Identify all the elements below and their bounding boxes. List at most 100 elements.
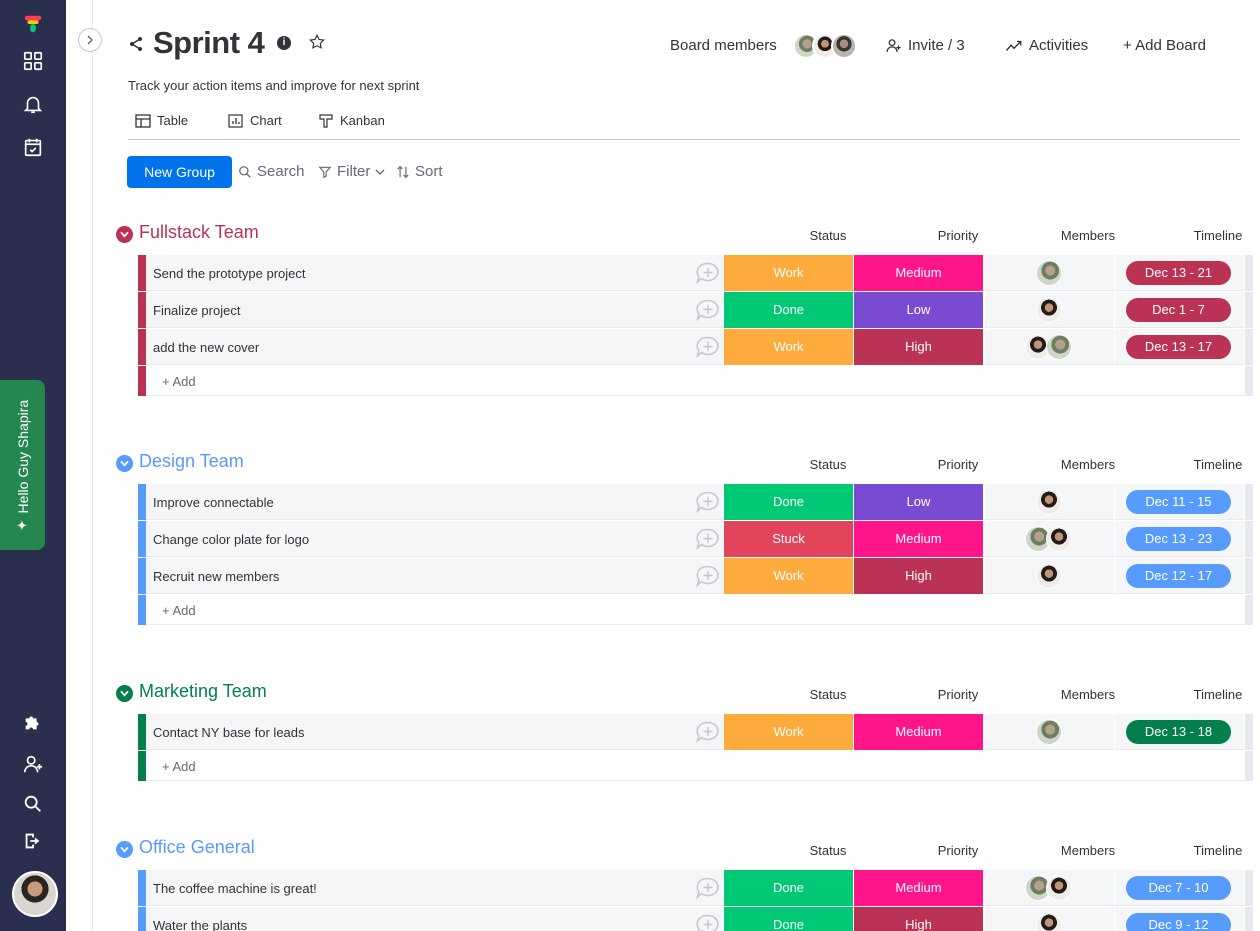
priority-cell[interactable]: Medium (854, 870, 983, 906)
invite-user-icon[interactable] (19, 750, 47, 778)
item-name[interactable]: The coffee machine is great! (153, 881, 317, 896)
timeline-cell[interactable]: Dec 13 - 18 (1115, 714, 1244, 750)
column-header-priority[interactable]: Priority (893, 687, 1023, 702)
timeline-pill[interactable]: Dec 13 - 23 (1126, 527, 1231, 551)
table-row[interactable]: Water the plants Done High Dec 9 - 12 (138, 907, 1253, 931)
collapse-group-chevron-icon[interactable] (116, 841, 133, 858)
sort-button[interactable]: Sort (396, 163, 443, 180)
workspaces-grid-icon[interactable] (19, 47, 47, 75)
members-cell[interactable] (985, 907, 1114, 931)
item-name-cell[interactable]: Water the plants (146, 907, 723, 931)
item-name-cell[interactable]: Contact NY base for leads (146, 714, 723, 750)
group-title[interactable]: Fullstack Team (139, 222, 259, 243)
column-header-priority[interactable]: Priority (893, 457, 1023, 472)
timeline-cell[interactable]: Dec 13 - 21 (1115, 255, 1244, 291)
collapse-group-chevron-icon[interactable] (116, 455, 133, 472)
timeline-pill[interactable]: Dec 13 - 21 (1126, 261, 1231, 285)
add-update-comment-icon[interactable] (695, 914, 719, 931)
item-name-cell[interactable]: The coffee machine is great! (146, 870, 723, 906)
priority-cell[interactable]: High (854, 907, 983, 931)
collapse-group-chevron-icon[interactable] (116, 685, 133, 702)
add-item-button[interactable]: + Add (162, 374, 196, 389)
apps-puzzle-icon[interactable] (19, 708, 47, 736)
board-title[interactable]: Sprint 4 (153, 25, 265, 61)
group-title[interactable]: Marketing Team (139, 681, 267, 702)
column-header-timeline[interactable]: Timeline (1153, 687, 1260, 702)
board-description[interactable]: Track your action items and improve for … (128, 78, 419, 93)
timeline-cell[interactable]: Dec 7 - 10 (1115, 870, 1244, 906)
invite-button[interactable]: Invite / 3 (885, 37, 965, 54)
column-header-status[interactable]: Status (763, 687, 893, 702)
timeline-cell[interactable]: Dec 13 - 17 (1115, 329, 1244, 365)
group-title[interactable]: Office General (139, 837, 255, 858)
search-icon[interactable] (19, 790, 47, 818)
timeline-pill[interactable]: Dec 13 - 17 (1126, 335, 1231, 359)
members-cell[interactable] (985, 521, 1114, 557)
tab-kanban[interactable]: Kanban (318, 113, 385, 128)
search-button[interactable]: Search (238, 163, 305, 180)
column-header-priority[interactable]: Priority (893, 228, 1023, 243)
timeline-cell[interactable]: Dec 13 - 23 (1115, 521, 1244, 557)
item-name[interactable]: Water the plants (153, 918, 247, 931)
status-cell[interactable]: Done (724, 907, 853, 931)
item-name-cell[interactable]: add the new cover (146, 329, 723, 365)
item-name[interactable]: add the new cover (153, 340, 259, 355)
item-name[interactable]: Change color plate for logo (153, 532, 309, 547)
members-cell[interactable] (985, 714, 1114, 750)
timeline-cell[interactable]: Dec 9 - 12 (1115, 907, 1244, 931)
priority-cell[interactable]: Low (854, 292, 983, 328)
timeline-cell[interactable]: Dec 1 - 7 (1115, 292, 1244, 328)
group-title[interactable]: Design Team (139, 451, 244, 472)
table-row[interactable]: Contact NY base for leads Work Medium Dec 1… (138, 714, 1253, 751)
timeline-cell[interactable]: Dec 12 - 17 (1115, 558, 1244, 594)
add-item-cell[interactable]: + Add (146, 595, 1245, 625)
item-name-cell[interactable]: Send the prototype project (146, 255, 723, 291)
column-header-priority[interactable]: Priority (893, 843, 1023, 858)
item-name[interactable]: Recruit new members (153, 569, 279, 584)
item-name-cell[interactable]: Finalize project (146, 292, 723, 328)
item-name-cell[interactable]: Improve connectable (146, 484, 723, 520)
members-cell[interactable] (985, 558, 1114, 594)
priority-cell[interactable]: Medium (854, 714, 983, 750)
user-avatar[interactable] (12, 871, 58, 917)
add-update-comment-icon[interactable] (695, 491, 719, 514)
column-header-timeline[interactable]: Timeline (1153, 457, 1260, 472)
priority-cell[interactable]: Low (854, 484, 983, 520)
column-header-members[interactable]: Members (1023, 228, 1153, 243)
members-cell[interactable] (985, 292, 1114, 328)
status-cell[interactable]: Stuck (724, 521, 853, 557)
table-row[interactable]: The coffee machine is great! Done Medium De… (138, 870, 1253, 907)
add-item-button[interactable]: + Add (162, 603, 196, 618)
priority-cell[interactable]: Medium (854, 521, 983, 557)
add-update-comment-icon[interactable] (695, 877, 719, 900)
logout-icon[interactable] (19, 827, 47, 855)
status-cell[interactable]: Work (724, 558, 853, 594)
filter-button[interactable]: Filter (318, 163, 385, 180)
members-cell[interactable] (985, 255, 1114, 291)
timeline-pill[interactable]: Dec 9 - 12 (1126, 913, 1231, 931)
column-header-status[interactable]: Status (763, 228, 893, 243)
favorite-star-icon[interactable] (308, 33, 326, 51)
members-cell[interactable] (985, 329, 1114, 365)
priority-cell[interactable]: High (854, 558, 983, 594)
activities-button[interactable]: Activities (1005, 37, 1088, 54)
column-header-status[interactable]: Status (763, 843, 893, 858)
table-row[interactable]: Change color plate for logo Stuck Medium De… (138, 521, 1253, 558)
table-row[interactable]: Finalize project Done Low Dec 1 - 7 (138, 292, 1253, 329)
app-logo-icon[interactable] (19, 10, 47, 38)
column-header-status[interactable]: Status (763, 457, 893, 472)
status-cell[interactable]: Work (724, 714, 853, 750)
timeline-pill[interactable]: Dec 1 - 7 (1126, 298, 1231, 322)
expand-sidebar-button[interactable] (78, 28, 102, 52)
board-members-button[interactable]: Board members (670, 37, 777, 54)
priority-cell[interactable]: High (854, 329, 983, 365)
item-name[interactable]: Contact NY base for leads (153, 725, 305, 740)
add-update-comment-icon[interactable] (695, 336, 719, 359)
add-update-comment-icon[interactable] (695, 565, 719, 588)
status-cell[interactable]: Done (724, 484, 853, 520)
tab-chart[interactable]: Chart (228, 113, 282, 128)
status-cell[interactable]: Done (724, 870, 853, 906)
add-board-button[interactable]: + Add Board (1123, 37, 1206, 54)
new-group-button[interactable]: New Group (127, 156, 232, 188)
timeline-pill[interactable]: Dec 13 - 18 (1126, 720, 1231, 744)
